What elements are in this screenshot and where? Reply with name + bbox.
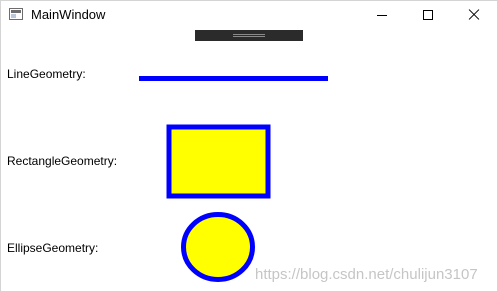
- watermark-text: https://blog.csdn.net/chulijun3107: [255, 266, 478, 283]
- geometry-canvas: [139, 76, 328, 282]
- rectangle-geometry-shape: [166, 124, 271, 199]
- ellipse-geometry-shape: [181, 212, 255, 282]
- main-window: MainWindow LineGeometry: RectangleGeomet…: [0, 0, 498, 292]
